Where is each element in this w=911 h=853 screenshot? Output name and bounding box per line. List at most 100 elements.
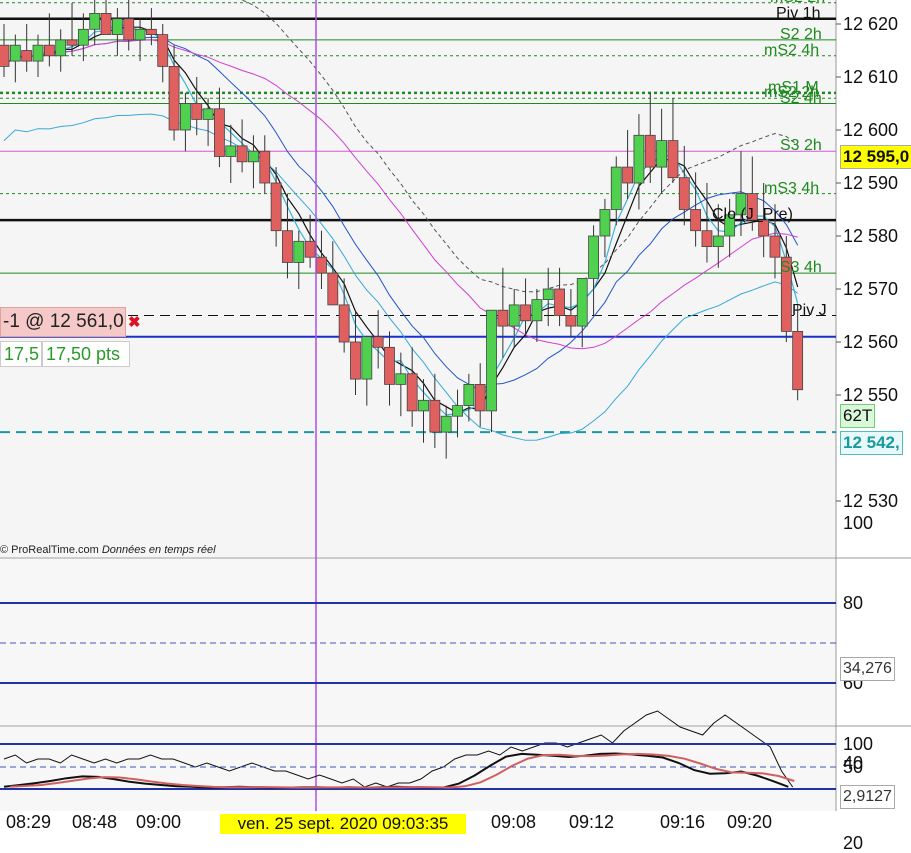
time-tick: 09:08 — [491, 812, 537, 832]
candle-body — [531, 299, 543, 322]
level-label: S3 4h — [780, 259, 822, 277]
level-label: Clo (J_Pre) — [712, 206, 793, 224]
candle-body — [622, 166, 633, 184]
candle-body — [599, 209, 611, 237]
candle-body — [678, 177, 690, 210]
resistance-price-tag: 12 595,0 — [840, 145, 911, 169]
indicator2-value: 2,9127 — [840, 785, 895, 809]
candle-body — [769, 235, 781, 258]
candle-body — [157, 34, 169, 67]
candle-body — [214, 108, 225, 157]
candle-body — [202, 108, 214, 120]
candle-body — [282, 230, 293, 263]
candle-body — [225, 145, 237, 157]
candle-body — [588, 235, 599, 279]
indicator2-tick: 100 — [843, 734, 874, 754]
candle-body — [111, 18, 123, 36]
candle-body — [168, 66, 180, 131]
candle-body — [520, 304, 531, 322]
candle-body — [248, 150, 259, 163]
volume-tag: 62T — [840, 404, 876, 428]
close-order-icon[interactable]: ✖ — [128, 313, 141, 331]
candle-body — [21, 50, 33, 62]
level-label: Piv 1h — [776, 4, 821, 22]
candle-body — [395, 373, 407, 385]
realtime-text: Données en temps réel — [101, 544, 216, 556]
candle-body — [304, 240, 316, 258]
candle-body — [656, 140, 668, 168]
price-tick: 12 590 — [843, 173, 899, 193]
copyright-text: © ProRealTime.com — [0, 544, 99, 556]
level-label: S3 2h — [780, 137, 822, 155]
candle-body — [440, 415, 452, 433]
level-label: mS2 4h — [764, 41, 820, 59]
time-tick: 09:16 — [660, 812, 706, 832]
candle-body — [361, 336, 373, 380]
candle-body — [701, 230, 713, 247]
candle-body — [43, 44, 55, 57]
candle-body — [497, 309, 509, 327]
price-tick: 12 550 — [843, 385, 899, 405]
candle-body — [134, 28, 146, 41]
candle-body — [418, 399, 429, 412]
price-tick: 12 570 — [843, 279, 899, 299]
price-tick: 12 610 — [843, 67, 899, 87]
pnl-left-box: 17,5 — [0, 341, 42, 367]
indicator1-value: 34,276 — [840, 657, 895, 681]
level-label: S2 4h — [780, 89, 822, 107]
indicator2-tick: 50 — [843, 756, 864, 777]
candle-body — [644, 134, 656, 168]
candle-body — [145, 28, 157, 35]
chart-canvas[interactable] — [0, 0, 911, 832]
candle-body — [712, 235, 724, 247]
candle-body — [327, 272, 339, 306]
current-price-tag: 12 542, — [840, 431, 903, 455]
pnl-right-box: 17,50 pts — [42, 341, 130, 367]
candle-body — [554, 288, 565, 316]
candle-body — [542, 288, 554, 300]
price-tick: 12 580 — [843, 226, 899, 246]
indicator1-tick: 100 — [843, 513, 874, 533]
candle-body — [792, 330, 804, 391]
candle-body — [123, 18, 135, 41]
candle-body — [270, 182, 282, 232]
candle-body — [474, 383, 486, 412]
time-tick: 08:29 — [6, 812, 52, 832]
level-label: Piv J — [792, 301, 827, 319]
price-axis-ticks — [836, 23, 841, 502]
price-tick: 12 620 — [843, 14, 899, 34]
candle-body — [55, 39, 67, 57]
candle-body — [293, 240, 305, 263]
candle-body — [690, 209, 702, 232]
candle-body — [338, 304, 350, 343]
candle-body — [576, 277, 588, 327]
time-tick: 09:00 — [136, 812, 182, 832]
candle-body — [100, 12, 112, 36]
candle-body — [259, 150, 271, 184]
pnl-left: 17,5 — [4, 344, 40, 364]
candle-body — [372, 336, 384, 348]
candle-body — [452, 405, 463, 417]
price-tick: 12 600 — [843, 120, 899, 140]
candle-body — [180, 103, 191, 131]
price-tick: 12 530 — [843, 491, 899, 511]
order-text: -1 @ 12 561,0 — [3, 311, 124, 332]
candle-body — [463, 383, 475, 406]
candle-body — [9, 44, 21, 62]
crosshair-date-label: ven. 25 sept. 2020 09:03:35 — [220, 814, 466, 834]
candle-body — [429, 399, 441, 433]
copyright-note: © ProRealTime.com Données en temps réel — [0, 544, 216, 556]
time-tick: 09:12 — [569, 812, 615, 832]
indicator1-tick: 80 — [843, 593, 864, 613]
candle-body — [32, 44, 44, 62]
candle-body — [610, 166, 622, 210]
candle-body — [565, 315, 577, 327]
candle-body — [384, 346, 395, 385]
order-position-box[interactable]: -1 @ 12 561,0 — [0, 307, 126, 337]
candle-body — [77, 28, 89, 46]
price-tick: 12 560 — [843, 332, 899, 352]
candle-body — [236, 145, 248, 163]
time-tick: 08:48 — [72, 812, 118, 832]
candle-body — [89, 12, 101, 30]
candle-body — [508, 304, 520, 327]
